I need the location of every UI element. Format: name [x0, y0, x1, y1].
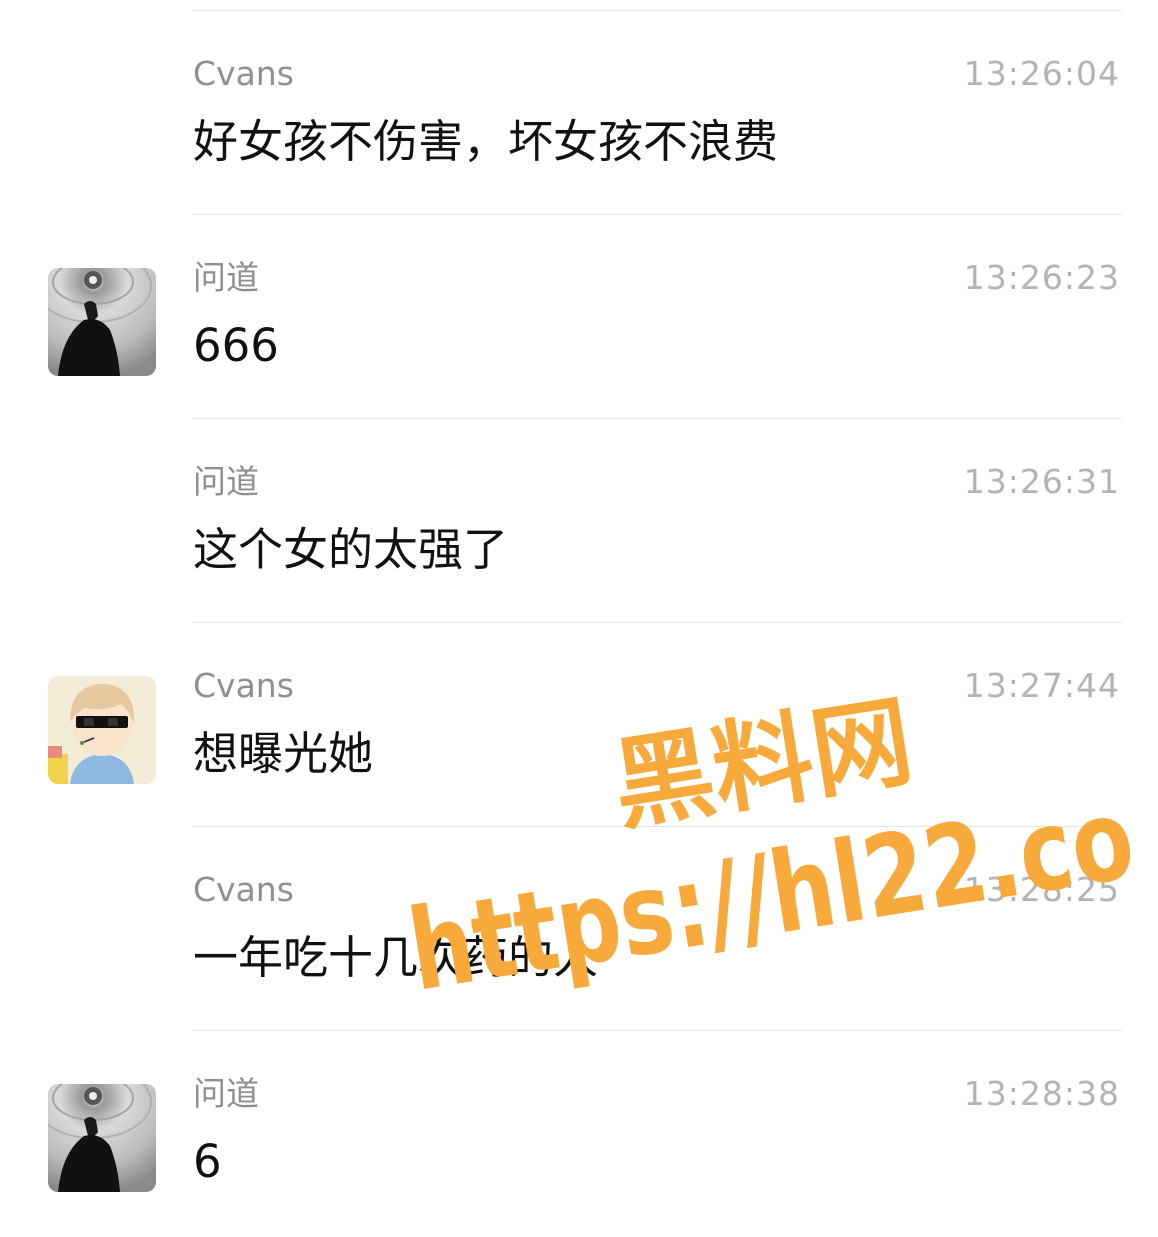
sender-name: Cvans — [193, 666, 294, 705]
sender-name: 问道 — [193, 1074, 259, 1113]
message-text: 这个女的太强了 — [193, 523, 509, 576]
message-row[interactable]: Cvans 13:27:44 想曝光她 — [0, 624, 1158, 828]
message-row[interactable]: 问道 13:28:38 6 — [0, 1032, 1158, 1236]
wendao-avatar[interactable] — [48, 268, 156, 376]
message-row[interactable]: 问道 13:26:23 666 — [0, 216, 1158, 420]
wendao-avatar[interactable] — [48, 1084, 156, 1192]
message-row[interactable]: 问道 13:26:31 这个女的太强了 — [0, 420, 1158, 624]
divider — [192, 1030, 1122, 1031]
message-time: 13:28:25 — [963, 870, 1120, 909]
message-text: 666 — [193, 319, 279, 372]
divider — [192, 418, 1122, 419]
message-text: 6 — [193, 1135, 222, 1188]
sender-name: 问道 — [193, 462, 259, 501]
message-row[interactable]: Cvans 13:26:04 好女孩不伤害，坏女孩不浪费 — [0, 12, 1158, 216]
message-text: 一年吃十几次药的人 — [193, 931, 599, 984]
divider — [192, 826, 1122, 827]
message-time: 13:26:31 — [963, 462, 1120, 501]
divider — [192, 214, 1122, 215]
cvans-avatar[interactable] — [48, 676, 156, 784]
sender-name: 问道 — [193, 258, 259, 297]
message-time: 13:28:38 — [963, 1074, 1120, 1113]
sender-name: Cvans — [193, 54, 294, 93]
message-text: 想曝光她 — [193, 727, 374, 780]
divider — [192, 10, 1122, 11]
message-time: 13:27:44 — [963, 666, 1120, 705]
message-text: 好女孩不伤害，坏女孩不浪费 — [193, 115, 779, 168]
message-row[interactable]: Cvans 13:28:25 一年吃十几次药的人 — [0, 828, 1158, 1032]
message-time: 13:26:23 — [963, 258, 1120, 297]
sender-name: Cvans — [193, 870, 294, 909]
divider — [192, 622, 1122, 623]
message-time: 13:26:04 — [963, 54, 1120, 93]
chat-message-list: Cvans 13:26:04 好女孩不伤害，坏女孩不浪费 问道 13:26:23… — [0, 0, 1158, 1237]
